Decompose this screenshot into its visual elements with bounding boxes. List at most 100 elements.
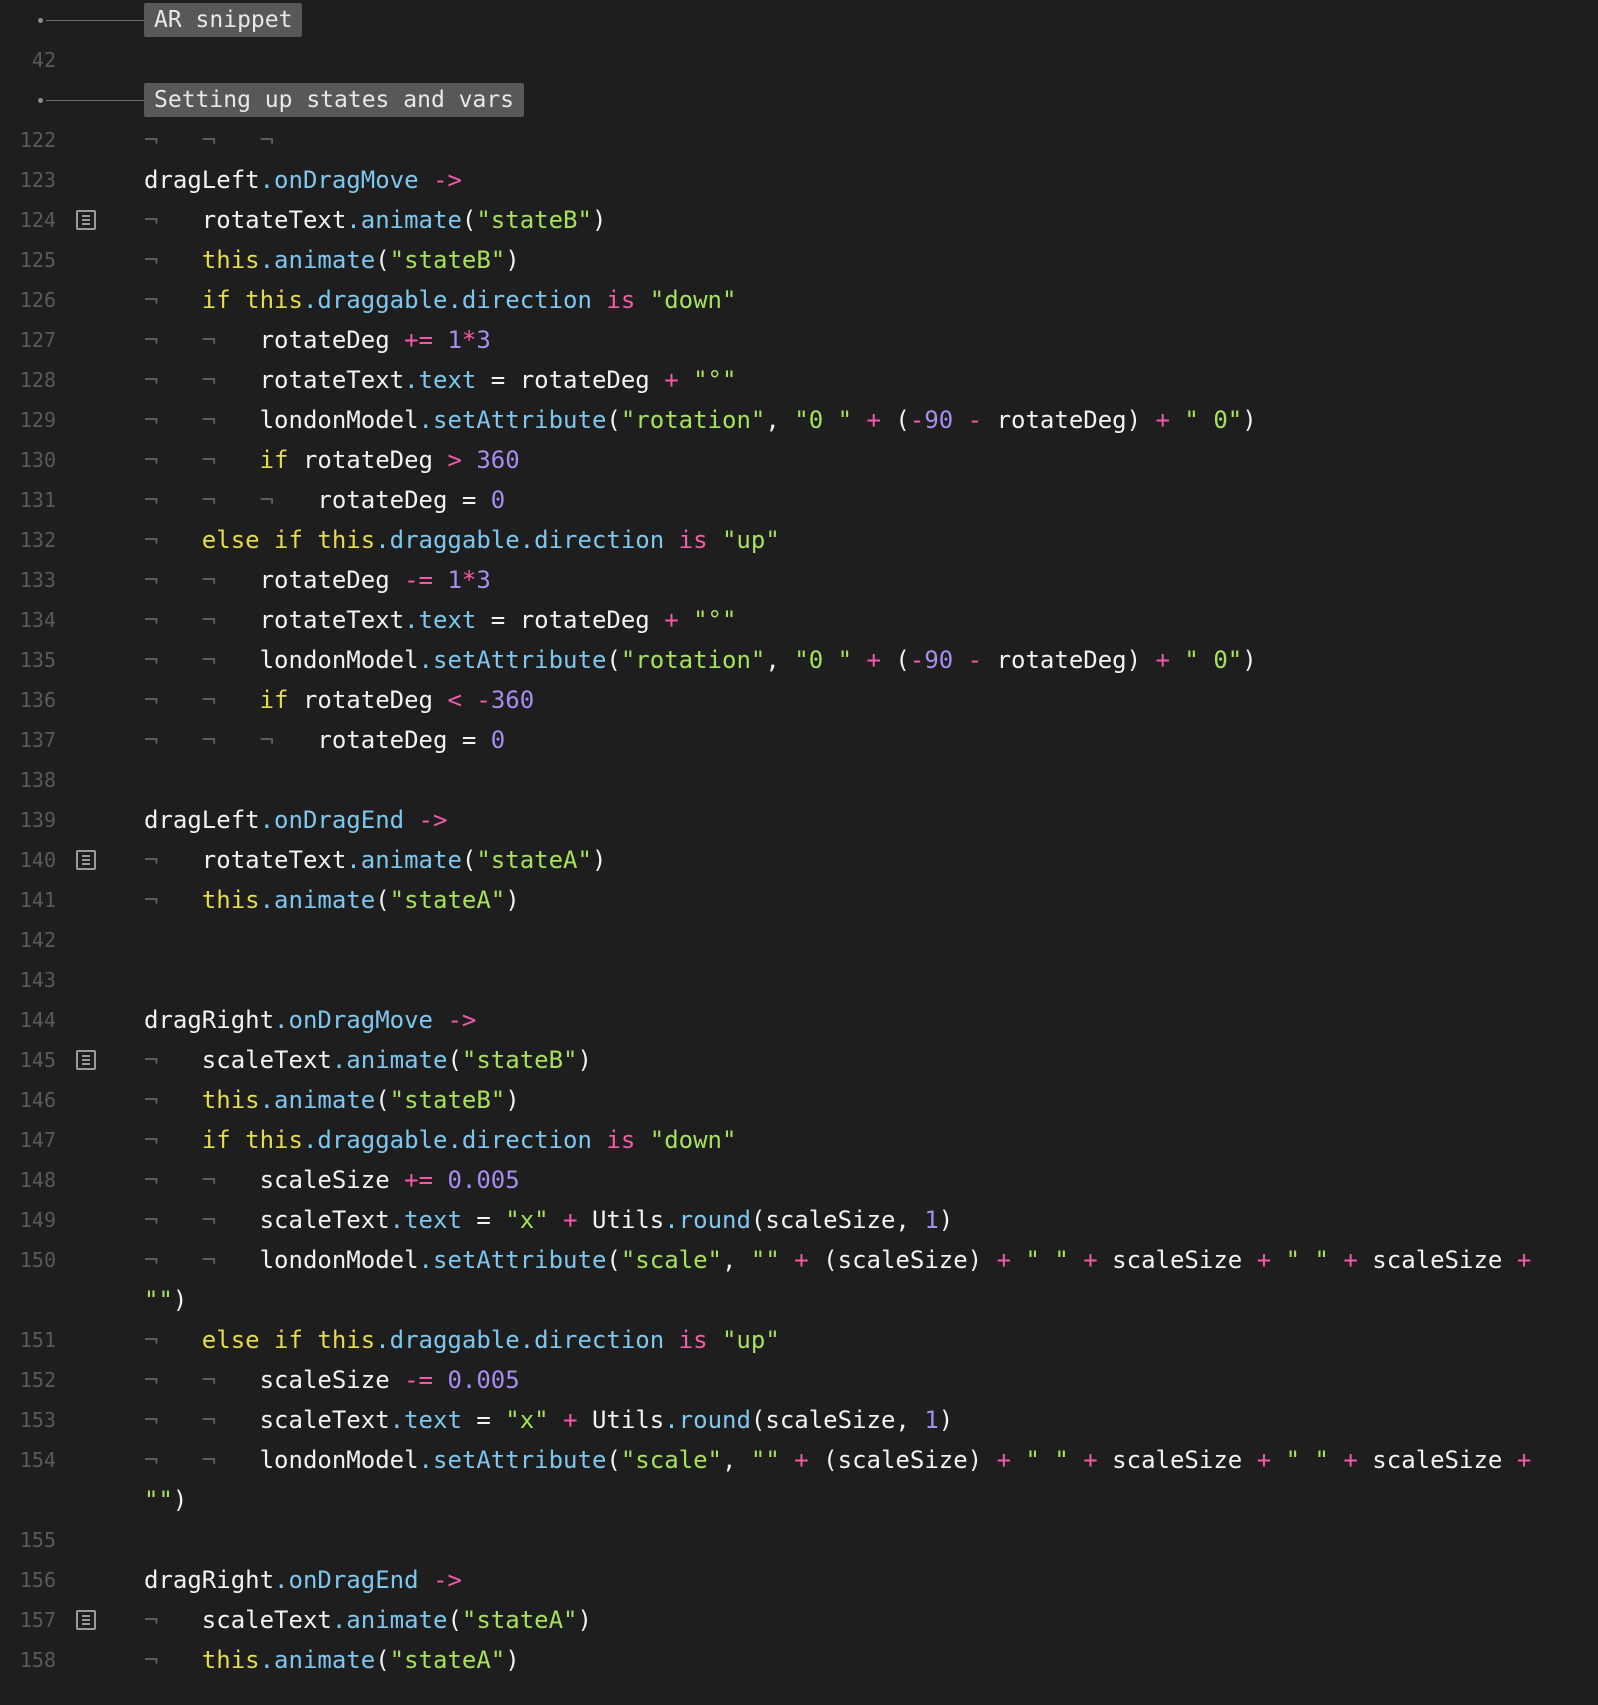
code-text[interactable]: ¬ ¬ ¬ rotateDeg = 0 xyxy=(144,720,1558,760)
code-text[interactable]: ¬ ¬ scaleText.text = "x" + Utils.round(s… xyxy=(144,1400,1558,1440)
code-token: .setAttribute xyxy=(418,1446,607,1474)
code-token: -> xyxy=(447,1006,477,1034)
code-text[interactable]: ¬ ¬ londonModel.setAttribute("scale", ""… xyxy=(144,1240,1558,1320)
code-token: else if this xyxy=(201,1326,376,1354)
indent-marker: ¬ ¬ xyxy=(144,406,260,434)
code-text[interactable]: ¬ else if this.draggable.direction is "u… xyxy=(144,520,1558,560)
code-token: londonModel xyxy=(259,406,419,434)
code-token: .animate xyxy=(331,1606,448,1634)
section-ar-snippet: AR snippet xyxy=(0,0,1598,40)
code-text[interactable]: ¬ ¬ rotateText.text = rotateDeg + "°" xyxy=(144,600,1558,640)
code-text[interactable]: ¬ ¬ scaleSize -= 0.005 xyxy=(144,1360,1558,1400)
code-text[interactable]: ¬ ¬ londonModel.setAttribute("rotation",… xyxy=(144,640,1558,680)
code-token: if this xyxy=(201,1126,303,1154)
code-token: 90 xyxy=(924,646,954,674)
line-number: 122 xyxy=(19,128,56,152)
code-text[interactable]: ¬ ¬ rotateText.text = rotateDeg + "°" xyxy=(144,360,1558,400)
code-text[interactable]: ¬ scaleText.animate("stateA") xyxy=(144,1600,1558,1640)
code-text[interactable]: ¬ this.animate("stateA") xyxy=(144,1640,1558,1680)
comment-fold-icon[interactable] xyxy=(76,850,96,870)
section-setting-up-states: Setting up states and vars xyxy=(0,80,1598,120)
comment-fold-icon[interactable] xyxy=(76,210,96,230)
code-token: , xyxy=(765,406,795,434)
code-text[interactable]: ¬ scaleText.animate("stateB") xyxy=(144,1040,1558,1080)
code-text[interactable]: ¬ this.animate("stateB") xyxy=(144,1080,1558,1120)
code-token: 1 xyxy=(447,566,462,594)
code-text[interactable]: ¬ ¬ ¬ rotateDeg = 0 xyxy=(144,480,1558,520)
indent-marker: ¬ ¬ xyxy=(144,326,260,354)
code-text[interactable]: ¬ ¬ if rotateDeg < -360 xyxy=(144,680,1558,720)
code-token: Utils xyxy=(577,1206,665,1234)
code-text[interactable]: ¬ ¬ scaleText.text = "x" + Utils.round(s… xyxy=(144,1200,1558,1240)
indent-marker: ¬ xyxy=(144,1646,202,1674)
line-number: 143 xyxy=(19,968,56,992)
line-number: 127 xyxy=(19,328,56,352)
comment-fold-icon[interactable] xyxy=(76,1050,96,1070)
code-token: -> xyxy=(418,806,448,834)
code-token: dragLeft xyxy=(144,166,260,194)
code-text[interactable]: ¬ else if this.draggable.direction is "u… xyxy=(144,1320,1558,1360)
code-token: rotateDeg xyxy=(259,566,405,594)
code-text[interactable]: ¬ if this.draggable.direction is "down" xyxy=(144,280,1558,320)
code-text[interactable]: ¬ ¬ londonModel.setAttribute("rotation",… xyxy=(144,400,1558,440)
code-text[interactable]: dragRight.onDragMove -> xyxy=(144,1000,1558,1040)
code-line: 136 ¬ ¬ if rotateDeg < -360 xyxy=(0,680,1598,720)
code-token: .draggable.direction xyxy=(302,286,592,314)
code-token: = rotateDeg xyxy=(476,366,665,394)
code-text[interactable]: dragRight.onDragEnd -> xyxy=(144,1560,1558,1600)
code-line: 149 ¬ ¬ scaleText.text = "x" + Utils.roun… xyxy=(0,1200,1598,1240)
code-text[interactable]: ¬ if this.draggable.direction is "down" xyxy=(144,1120,1558,1160)
line-number: 156 xyxy=(19,1568,56,1592)
code-text[interactable]: ¬ ¬ ¬ xyxy=(144,120,1558,160)
code-token: .onDragEnd xyxy=(274,1566,419,1594)
line-number: 151 xyxy=(19,1328,56,1352)
code-editor[interactable]: AR snippet 42 Setting up states and vars… xyxy=(0,0,1598,1705)
indent-marker: ¬ xyxy=(144,1606,202,1634)
code-token: scaleSize xyxy=(1357,1446,1517,1474)
code-token: .setAttribute xyxy=(418,646,607,674)
code-text[interactable]: ¬ ¬ scaleSize += 0.005 xyxy=(144,1160,1558,1200)
indent-marker: ¬ ¬ ¬ xyxy=(144,126,275,154)
code-line: 147 ¬ if this.draggable.direction is "dow… xyxy=(0,1120,1598,1160)
code-text[interactable]: ¬ this.animate("stateB") xyxy=(144,240,1558,280)
code-token: "up" xyxy=(721,526,780,554)
code-text[interactable]: ¬ rotateText.animate("stateA") xyxy=(144,840,1558,880)
code-token: "scale" xyxy=(620,1246,722,1274)
code-token: .draggable.direction xyxy=(302,1126,592,1154)
code-token: this xyxy=(201,1646,260,1674)
code-line: 42 xyxy=(0,40,1598,80)
code-token: "x" xyxy=(505,1206,549,1234)
indent-marker: ¬ ¬ xyxy=(144,1166,260,1194)
code-text[interactable]: ¬ rotateText.animate("stateB") xyxy=(144,200,1558,240)
code-text[interactable]: ¬ ¬ londonModel.setAttribute("scale", ""… xyxy=(144,1440,1558,1520)
code-line: 148 ¬ ¬ scaleSize += 0.005 xyxy=(0,1160,1598,1200)
comment-fold-icon[interactable] xyxy=(76,1610,96,1630)
section-label-setting-up-states[interactable]: Setting up states and vars xyxy=(144,83,525,117)
code-text[interactable]: ¬ ¬ rotateDeg -= 1*3 xyxy=(144,560,1558,600)
line-number: 152 xyxy=(19,1368,56,1392)
code-token: "stateB" xyxy=(476,206,592,234)
code-text[interactable]: ¬ this.animate("stateA") xyxy=(144,880,1558,920)
indent-marker: ¬ ¬ xyxy=(144,606,260,634)
code-line: 127 ¬ ¬ rotateDeg += 1*3 xyxy=(0,320,1598,360)
line-number: 149 xyxy=(19,1208,56,1232)
code-token: scaleSize xyxy=(1097,1446,1257,1474)
code-token: is xyxy=(678,1326,708,1354)
code-text[interactable]: dragLeft.onDragMove -> xyxy=(144,160,1558,200)
code-token: dragRight xyxy=(144,1566,275,1594)
code-text[interactable]: ¬ ¬ rotateDeg += 1*3 xyxy=(144,320,1558,360)
code-text[interactable]: dragLeft.onDragEnd -> xyxy=(144,800,1558,840)
code-token: "0 " xyxy=(794,646,853,674)
code-text[interactable]: ¬ ¬ if rotateDeg > 360 xyxy=(144,440,1558,480)
code-token: .onDragMove xyxy=(259,166,419,194)
section-label-ar-snippet[interactable]: AR snippet xyxy=(144,3,303,37)
code-token: ( xyxy=(880,406,910,434)
